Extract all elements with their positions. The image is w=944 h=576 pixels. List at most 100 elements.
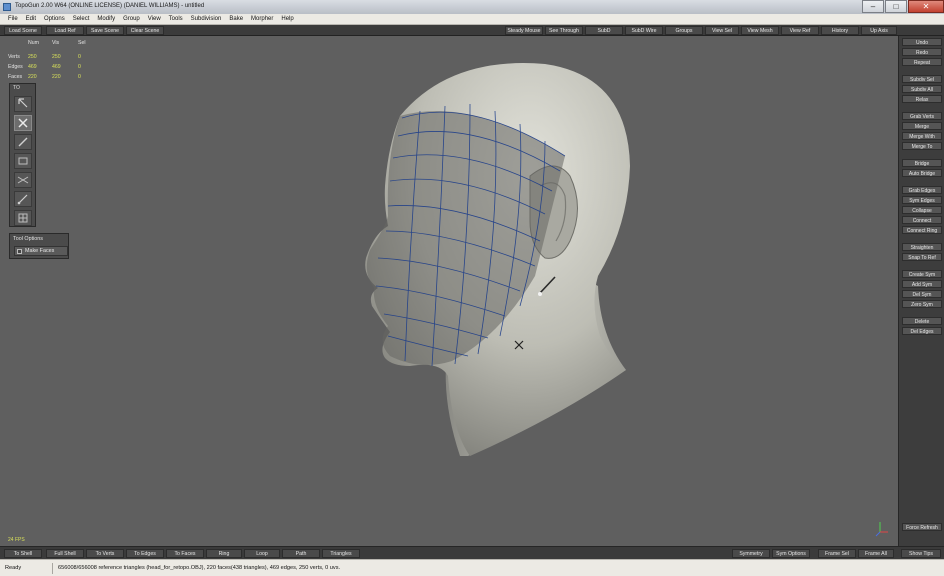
triangles-button[interactable]: Triangles xyxy=(322,549,360,558)
draw-tool-button[interactable] xyxy=(14,191,32,207)
status-state: Ready xyxy=(5,565,22,571)
right-command-panel: Undo Redo Repeat Subdiv Sel Subdiv All R… xyxy=(898,36,944,546)
relax-button[interactable]: Relax xyxy=(902,95,942,103)
loop-button[interactable]: Loop xyxy=(244,549,280,558)
load-scene-button[interactable]: Load Scene xyxy=(4,26,42,35)
brush-tool-button[interactable] xyxy=(14,153,32,169)
frame-all-button[interactable]: Frame All xyxy=(858,549,894,558)
view-mesh-button[interactable]: View Mesh xyxy=(741,26,779,35)
steady-mouse-button[interactable]: Steady Mouse xyxy=(505,26,543,35)
menu-select[interactable]: Select xyxy=(69,14,94,24)
subdiv-sel-button[interactable]: Subdiv Sel xyxy=(902,75,942,83)
full-shell-button[interactable]: Full Shell xyxy=(46,549,84,558)
menu-tools[interactable]: Tools xyxy=(165,14,187,24)
cross-tool-icon xyxy=(18,118,28,128)
stats-header-num: Num xyxy=(28,40,39,46)
clear-scene-button[interactable]: Clear Scene xyxy=(126,26,164,35)
grid-tool-icon xyxy=(18,213,28,223)
to-shell-button[interactable]: To Shell xyxy=(4,549,42,558)
stats-verts-vis: 250 xyxy=(52,54,61,60)
delete-button[interactable]: Delete xyxy=(902,317,942,325)
frame-sel-button[interactable]: Frame Sel xyxy=(818,549,856,558)
menu-help[interactable]: Help xyxy=(277,14,297,24)
stats-edges-num: 469 xyxy=(28,64,37,70)
del-sym-button[interactable]: Del Sym xyxy=(902,290,942,298)
history-button[interactable]: History xyxy=(821,26,859,35)
stats-label-verts: Verts xyxy=(8,54,20,60)
minimize-icon: – xyxy=(870,2,876,11)
see-through-button[interactable]: See Through xyxy=(545,26,583,35)
grab-edges-button[interactable]: Grab Edges xyxy=(902,186,942,194)
straighten-button[interactable]: Straighten xyxy=(902,243,942,251)
to-faces-button[interactable]: To Faces xyxy=(166,549,204,558)
subd-button[interactable]: SubD xyxy=(585,26,623,35)
stats-label-edges: Edges xyxy=(8,64,23,70)
menu-edit[interactable]: Edit xyxy=(22,14,40,24)
stats-label-faces: Faces xyxy=(8,74,23,80)
auto-bridge-button[interactable]: Auto Bridge xyxy=(902,169,942,177)
symmetry-button[interactable]: Symmetry xyxy=(732,549,770,558)
ring-button[interactable]: Ring xyxy=(206,549,242,558)
toolbox-title: TO xyxy=(13,85,20,91)
connect-button[interactable]: Connect xyxy=(902,216,942,224)
force-refresh-button[interactable]: Force Refresh xyxy=(902,523,942,531)
menu-view[interactable]: View xyxy=(144,14,165,24)
sym-options-button[interactable]: Sym Options xyxy=(772,549,810,558)
bridge-button[interactable]: Bridge xyxy=(902,159,942,167)
collapse-button[interactable]: Collapse xyxy=(902,206,942,214)
pen-tool-icon xyxy=(18,137,28,147)
close-icon: ✕ xyxy=(922,2,930,11)
grid-tool-button[interactable] xyxy=(14,210,32,226)
pen-tool-button[interactable] xyxy=(14,134,32,150)
stats-faces-vis: 220 xyxy=(52,74,61,80)
load-ref-button[interactable]: Load Ref xyxy=(46,26,84,35)
create-sym-button[interactable]: Create Sym xyxy=(902,270,942,278)
up-axis-button[interactable]: Up Axis xyxy=(861,26,897,35)
menu-file[interactable]: File xyxy=(4,14,22,24)
save-scene-button[interactable]: Save Scene xyxy=(86,26,124,35)
menu-options[interactable]: Options xyxy=(40,14,69,24)
view-sel-button[interactable]: View Sel xyxy=(705,26,739,35)
menu-bake[interactable]: Bake xyxy=(225,14,247,24)
status-separator xyxy=(52,563,53,574)
maximize-button[interactable]: □ xyxy=(885,0,907,13)
connect-ring-button[interactable]: Connect Ring xyxy=(902,226,942,234)
snap-to-ref-button[interactable]: Snap To Ref xyxy=(902,253,942,261)
select-tool-button[interactable] xyxy=(14,96,32,112)
merge-with-button[interactable]: Merge With xyxy=(902,132,942,140)
subdiv-all-button[interactable]: Subdiv All xyxy=(902,85,942,93)
subd-wire-button[interactable]: SubD Wire xyxy=(625,26,663,35)
grab-verts-button[interactable]: Grab Verts xyxy=(902,112,942,120)
make-faces-checkbox[interactable]: Make Faces xyxy=(14,246,68,256)
stats-edges-sel: 0 xyxy=(78,64,81,70)
zero-sym-button[interactable]: Zero Sym xyxy=(902,300,942,308)
menu-morpher[interactable]: Morpher xyxy=(247,14,277,24)
window-title: TopoGun 2.00 W64 (ONLINE LICENSE) (DANIE… xyxy=(15,3,205,9)
menu-modify[interactable]: Modify xyxy=(93,14,119,24)
groups-button[interactable]: Groups xyxy=(665,26,703,35)
path-button[interactable]: Path xyxy=(282,549,320,558)
menu-subdivision[interactable]: Subdivision xyxy=(187,14,226,24)
minimize-button[interactable]: – xyxy=(862,0,884,13)
del-edges-button[interactable]: Del Edges xyxy=(902,327,942,335)
stats-header-vis: Vis xyxy=(52,40,60,46)
add-sym-button[interactable]: Add Sym xyxy=(902,280,942,288)
3d-viewport[interactable] xyxy=(0,36,898,546)
mesh-tool-button[interactable] xyxy=(14,172,32,188)
cross-tool-button[interactable] xyxy=(14,115,32,131)
redo-button[interactable]: Redo xyxy=(902,48,942,56)
menu-group[interactable]: Group xyxy=(119,14,144,24)
merge-button[interactable]: Merge xyxy=(902,122,942,130)
to-verts-button[interactable]: To Verts xyxy=(86,549,124,558)
to-edges-button[interactable]: To Edges xyxy=(126,549,164,558)
repeat-button[interactable]: Repeat xyxy=(902,58,942,66)
bottom-toolbar: To Shell Full Shell To Verts To Edges To… xyxy=(0,546,944,559)
sym-edges-button[interactable]: Sym Edges xyxy=(902,196,942,204)
undo-button[interactable]: Undo xyxy=(902,38,942,46)
close-button[interactable]: ✕ xyxy=(908,0,944,13)
viewport-canvas[interactable] xyxy=(0,36,898,546)
merge-to-button[interactable]: Merge To xyxy=(902,142,942,150)
view-ref-button[interactable]: View Ref xyxy=(781,26,819,35)
show-tips-button[interactable]: Show Tips xyxy=(901,549,941,558)
axis-gizmo-icon xyxy=(875,522,888,537)
